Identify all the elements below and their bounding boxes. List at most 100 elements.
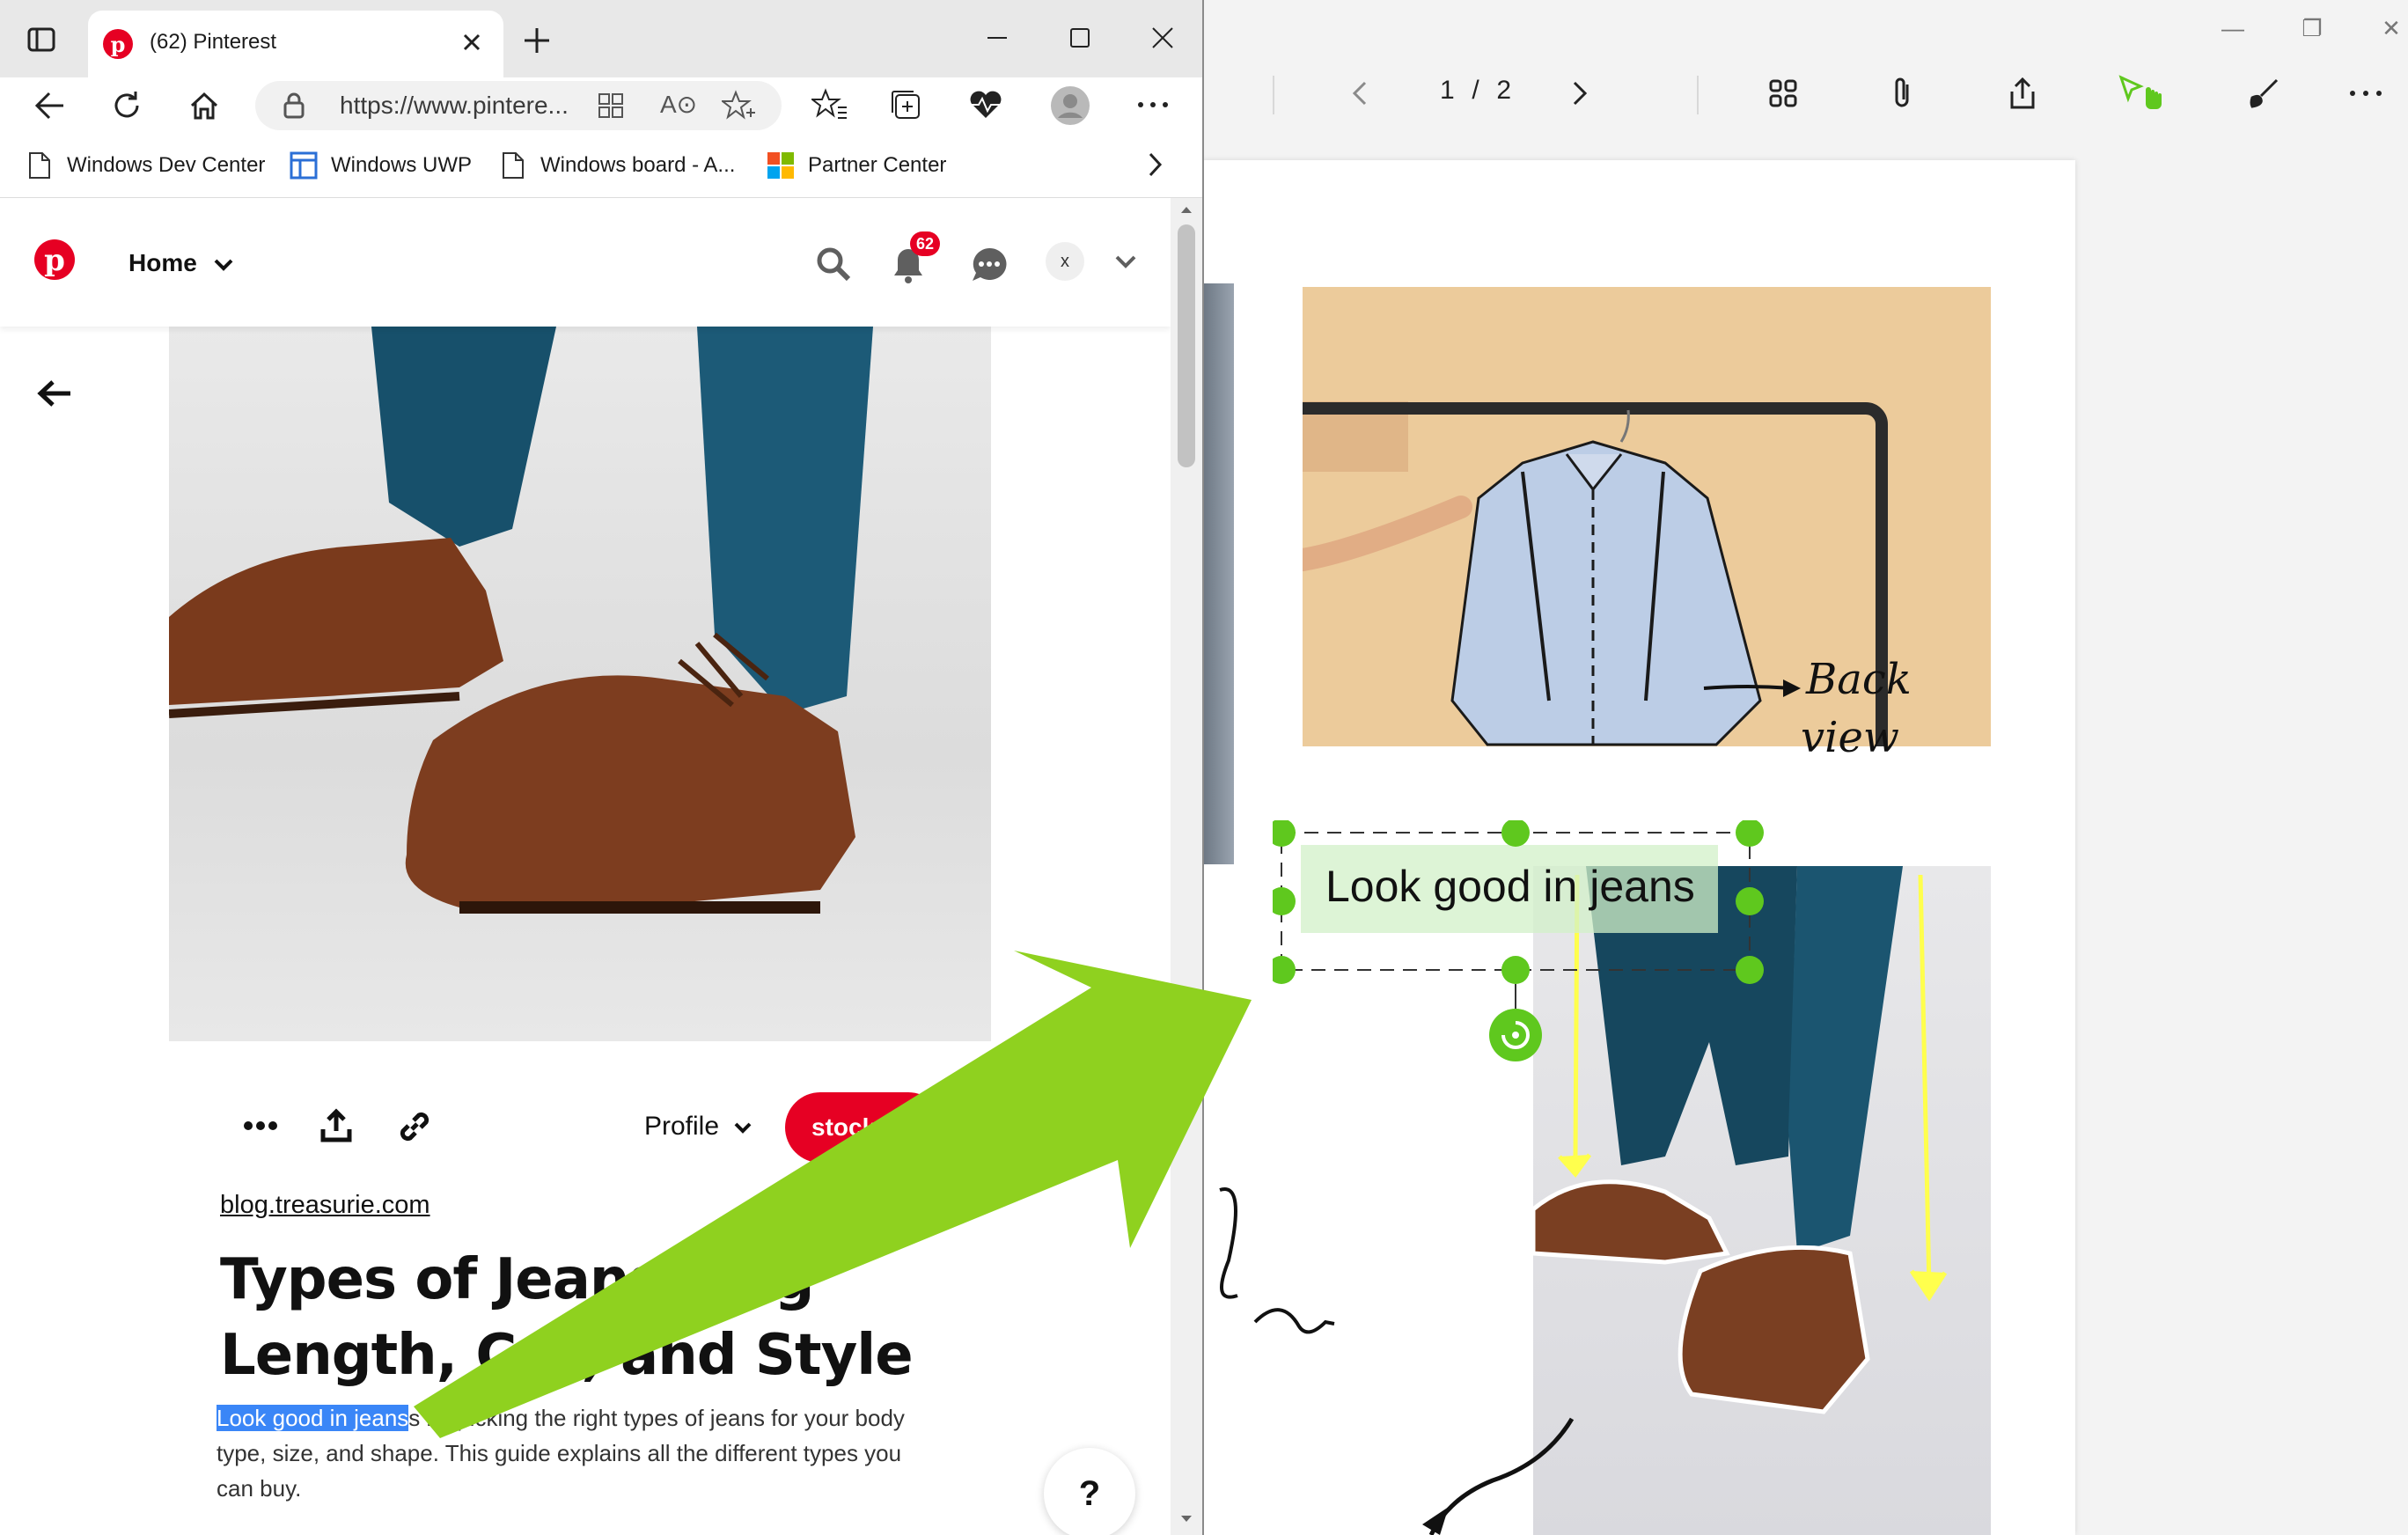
- share-button[interactable]: [319, 1108, 354, 1143]
- favorite-windows-uwp[interactable]: Windows UWP: [289, 148, 472, 183]
- tab-actions-icon: [27, 27, 55, 52]
- svg-text:p: p: [44, 243, 65, 278]
- minimize-button[interactable]: —: [2202, 0, 2264, 56]
- thumbnails-button[interactable]: [1755, 65, 1811, 121]
- page-total: 2: [1496, 76, 1513, 105]
- pen-tool-button[interactable]: [2235, 65, 2292, 121]
- pin-image[interactable]: [169, 327, 991, 1041]
- browser-maximize-button[interactable]: [1067, 25, 1093, 51]
- scrollbar[interactable]: [1171, 198, 1202, 1535]
- scroll-up-icon[interactable]: [1179, 205, 1193, 214]
- viewer-titlebar: — ❐ ✕: [1202, 0, 2408, 56]
- profile-label: Profile: [644, 1112, 720, 1141]
- svg-text:view: view: [1801, 713, 1899, 762]
- scroll-down-icon[interactable]: [1179, 1515, 1193, 1524]
- photo-strip: [1202, 283, 1234, 864]
- viewer-toolbar: 1 / 2: [1202, 56, 2408, 130]
- board-select[interactable]: Profile: [644, 1112, 752, 1142]
- pin-actions: Profile stock: [169, 1092, 991, 1163]
- favorite-partner-center[interactable]: Partner Center: [766, 148, 946, 183]
- arrow-left-icon: [34, 92, 63, 120]
- maximize-icon: [1070, 28, 1090, 48]
- select-tool-button[interactable]: [2114, 65, 2170, 121]
- restore-button[interactable]: ❐: [2281, 0, 2343, 56]
- new-tab-button[interactable]: [521, 25, 553, 56]
- profile-button[interactable]: [1049, 84, 1091, 127]
- plus-icon: [525, 28, 549, 53]
- pointer-hand-icon: [2118, 75, 2162, 109]
- resize-handle: [1273, 820, 1296, 847]
- browser-close-button[interactable]: [1149, 25, 1176, 51]
- back-arrow-button[interactable]: [37, 379, 72, 408]
- favorite-windows-dev-center[interactable]: Windows Dev Center: [25, 148, 265, 183]
- account-menu-button[interactable]: [1114, 254, 1137, 270]
- collections-button[interactable]: [889, 88, 922, 121]
- home-label: Home: [128, 249, 197, 276]
- pinterest-favicon-icon: p: [102, 28, 134, 60]
- share-button[interactable]: [1994, 65, 2051, 121]
- attach-button[interactable]: [1875, 65, 1931, 121]
- document-page[interactable]: Back view Look good in jeans: [1202, 160, 2075, 1535]
- favorite-windows-board[interactable]: Windows board - A...: [498, 148, 735, 183]
- resize-handle: [1273, 887, 1296, 915]
- tab-strip: p (62) Pinterest: [0, 0, 1202, 77]
- tab-pinterest[interactable]: p (62) Pinterest: [88, 11, 503, 77]
- pinterest-header: p Home 62 x: [0, 198, 1171, 327]
- home-dropdown[interactable]: Home: [128, 249, 234, 277]
- resize-handle: [1501, 956, 1530, 984]
- settings-more-button[interactable]: [1137, 100, 1169, 109]
- close-button[interactable]: ✕: [2360, 0, 2408, 56]
- messages-button[interactable]: [970, 246, 1009, 284]
- tab-actions-button[interactable]: [26, 25, 56, 55]
- ellipsis-icon: [1138, 102, 1168, 107]
- source-link[interactable]: blog.treasurie.com: [220, 1191, 430, 1220]
- favorite-label: Windows Dev Center: [67, 153, 266, 177]
- selected-text[interactable]: Look good in jeans: [217, 1405, 409, 1431]
- ellipsis-icon: [244, 1121, 277, 1130]
- more-options-button[interactable]: [2338, 65, 2394, 121]
- browser-window: p (62) Pinterest https://www.pintere... …: [0, 0, 1204, 1535]
- close-tab-button[interactable]: [461, 32, 482, 53]
- user-avatar[interactable]: x: [1046, 242, 1084, 281]
- address-row: https://www.pintere... A⊙: [0, 77, 1202, 134]
- home-button[interactable]: [188, 90, 220, 121]
- refresh-button[interactable]: [111, 90, 143, 121]
- copy-link-button[interactable]: [396, 1108, 433, 1145]
- url-text[interactable]: https://www.pintere...: [340, 92, 569, 120]
- pinterest-logo-icon[interactable]: p: [33, 239, 76, 281]
- selection-frame[interactable]: [1273, 820, 1766, 1067]
- app-available-icon[interactable]: [597, 92, 625, 120]
- refresh-icon: [114, 92, 139, 118]
- favorites-bar: Windows Dev Center Windows UWP Windows b…: [0, 134, 1202, 198]
- browser-essentials-button[interactable]: [968, 90, 1003, 120]
- profile-avatar-icon: [1051, 86, 1090, 125]
- notification-badge: 62: [910, 231, 940, 256]
- favorites-button[interactable]: [811, 88, 847, 121]
- scroll-thumb[interactable]: [1178, 224, 1195, 467]
- add-favorite-icon[interactable]: [722, 90, 755, 121]
- pin-description[interactable]: Look good in jeanss by picking the right…: [217, 1400, 938, 1506]
- search-button[interactable]: [815, 246, 852, 283]
- arrow-left-icon: [37, 380, 70, 407]
- back-button[interactable]: [33, 90, 67, 121]
- brush-icon: [2250, 78, 2279, 108]
- more-favorites-button[interactable]: [1146, 151, 1164, 178]
- more-options-button[interactable]: [243, 1120, 278, 1131]
- chevron-left-icon: [1352, 81, 1367, 106]
- ellipsis-icon: [2350, 91, 2382, 96]
- paperclip-icon: [1895, 77, 1909, 107]
- save-button[interactable]: stock: [785, 1092, 943, 1163]
- browser-minimize-button[interactable]: [984, 25, 1010, 51]
- page-icon: [25, 151, 55, 180]
- address-bar[interactable]: https://www.pintere... A⊙: [255, 81, 782, 130]
- favorite-label: Partner Center: [808, 153, 947, 177]
- help-button[interactable]: ?: [1044, 1448, 1135, 1535]
- collections-icon: [892, 91, 920, 119]
- previous-page-button[interactable]: [1332, 65, 1389, 121]
- handwriting-scribble: [1219, 1187, 1335, 1334]
- read-aloud-icon[interactable]: A⊙: [660, 90, 697, 119]
- svg-text:p: p: [111, 32, 126, 57]
- microsoft-logo-icon: [766, 151, 796, 180]
- next-page-button[interactable]: [1551, 65, 1607, 121]
